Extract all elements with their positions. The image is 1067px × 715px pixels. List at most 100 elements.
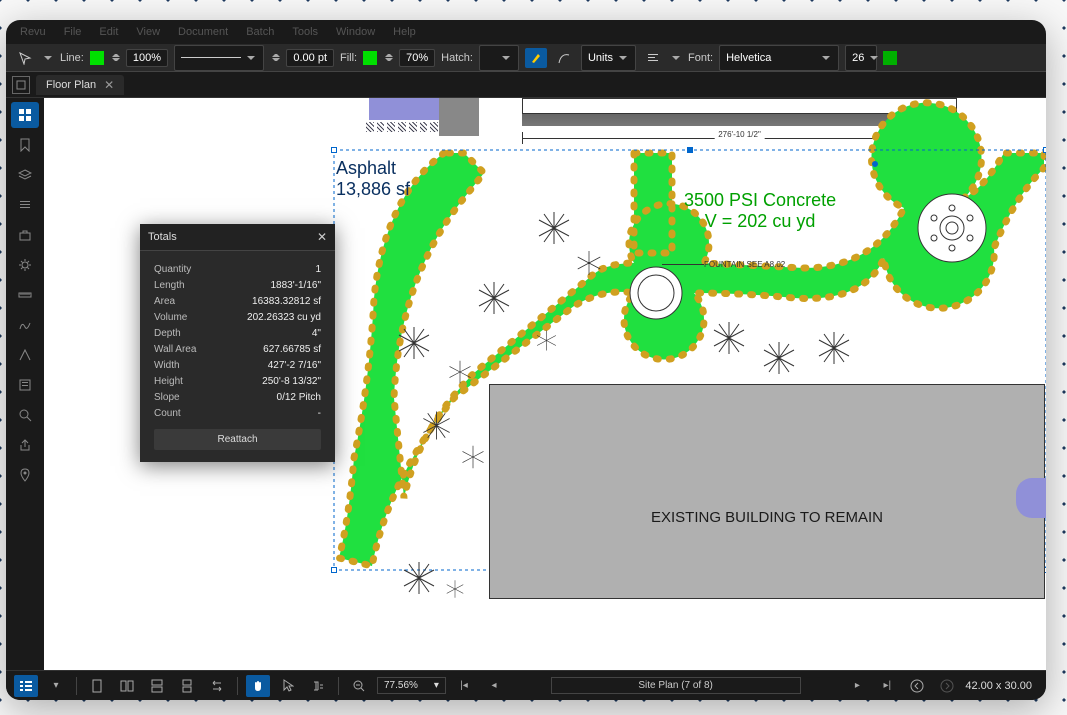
fill-color-swatch[interactable]	[363, 51, 377, 65]
align-icon[interactable]	[642, 48, 664, 68]
selection-rotate-handle[interactable]	[872, 161, 878, 167]
selection-handle-n[interactable]	[687, 147, 693, 153]
prev-page-icon[interactable]: ◂	[482, 675, 506, 697]
totals-row-volume: Volume202.26323 cu yd	[154, 309, 321, 325]
menu-view[interactable]: View	[136, 26, 160, 38]
next-page-icon[interactable]: ▸	[845, 675, 869, 697]
markup-list-icon[interactable]	[14, 675, 38, 697]
selection-handle-ne[interactable]	[1043, 147, 1046, 153]
chevron-down-icon[interactable]: ▾	[44, 675, 68, 697]
totals-title: Totals	[148, 231, 177, 243]
export-icon[interactable]	[11, 432, 39, 458]
asphalt-annotation[interactable]: Asphalt 13,886 sf	[336, 158, 410, 200]
menu-edit[interactable]: Edit	[99, 26, 118, 38]
existing-building-label: EXISTING BUILDING TO REMAIN	[651, 509, 883, 526]
font-label: Font:	[688, 52, 713, 64]
text-select-icon[interactable]	[306, 675, 330, 697]
zoom-level[interactable]: 77.56%▾	[377, 677, 446, 694]
units-combo[interactable]: Units	[581, 45, 636, 71]
totals-row-height: Height250'-8 13/32"	[154, 373, 321, 389]
page-scroll-icon[interactable]	[175, 675, 199, 697]
line-color-swatch[interactable]	[90, 51, 104, 65]
tool-picker-dropdown[interactable]	[42, 48, 54, 68]
concrete-annotation[interactable]: 3500 PSI Concrete V = 202 cu yd	[684, 190, 836, 232]
tree-symbol	[474, 278, 514, 318]
single-page-icon[interactable]	[85, 675, 109, 697]
menu-document[interactable]: Document	[178, 26, 228, 38]
fill-opacity-spinner[interactable]	[385, 51, 393, 64]
pan-tool-icon[interactable]	[246, 675, 270, 697]
tree-symbol	[709, 318, 749, 358]
selection-handle-nw[interactable]	[331, 147, 337, 153]
line-color-label: Line:	[60, 52, 84, 64]
drawing-canvas[interactable]: 276'-10 1/2"	[44, 98, 1046, 670]
menu-help[interactable]: Help	[393, 26, 416, 38]
lineweight-value[interactable]: 0.00 pt	[286, 49, 334, 67]
layers-icon[interactable]	[11, 162, 39, 188]
totals-row-wallarea: Wall Area627.66785 sf	[154, 341, 321, 357]
location-icon[interactable]	[11, 462, 39, 488]
lineweight-spinner[interactable]	[272, 51, 280, 64]
selection-handle-sw[interactable]	[331, 567, 337, 573]
tree-symbol	[446, 358, 474, 386]
prev-view-icon[interactable]	[905, 675, 929, 697]
tree-symbol	[534, 208, 574, 248]
thumbnails-icon[interactable]	[11, 102, 39, 128]
text-color-swatch[interactable]	[883, 51, 897, 65]
split-horizontal-icon[interactable]	[145, 675, 169, 697]
reattach-button[interactable]: Reattach	[154, 429, 321, 450]
align-dropdown[interactable]	[670, 48, 682, 68]
toolbox-icon[interactable]	[11, 222, 39, 248]
formatting-toolbar: Line: 100% 0.00 pt Fill: 70% Hatch: Unit…	[6, 44, 1046, 72]
close-icon[interactable]: ✕	[317, 230, 327, 244]
menu-revu[interactable]: Revu	[20, 26, 46, 38]
close-tab-icon[interactable]: ✕	[104, 78, 114, 92]
menubar: Revu File Edit View Document Batch Tools…	[6, 20, 1046, 44]
shape-icon[interactable]	[11, 342, 39, 368]
document-tab[interactable]: Floor Plan ✕	[36, 75, 124, 95]
first-page-icon[interactable]: |◂	[452, 675, 476, 697]
ruler-icon[interactable]	[11, 282, 39, 308]
last-page-icon[interactable]: ▸|	[875, 675, 899, 697]
hatch-label: Hatch:	[441, 52, 473, 64]
font-size-combo[interactable]: 26	[845, 45, 877, 71]
next-view-icon[interactable]	[935, 675, 959, 697]
signature-icon[interactable]	[11, 312, 39, 338]
font-combo[interactable]: Helvetica	[719, 45, 839, 71]
totals-row-depth: Depth4"	[154, 325, 321, 341]
zoom-percent[interactable]: 100%	[126, 49, 168, 67]
gear-icon[interactable]	[11, 252, 39, 278]
totals-row-area: Area16383.32812 sf	[154, 293, 321, 309]
menu-file[interactable]: File	[64, 26, 82, 38]
tree-symbol	[394, 323, 434, 363]
properties-icon[interactable]	[11, 192, 39, 218]
highlighter-icon[interactable]	[525, 48, 547, 68]
bookmarks-icon[interactable]	[11, 132, 39, 158]
tree-symbol	[534, 328, 559, 353]
zoom-out-icon[interactable]	[347, 675, 371, 697]
hatch-combo[interactable]	[479, 45, 519, 71]
totals-panel[interactable]: Totals ✕ Quantity1 Length1883'-1/16" Are…	[140, 224, 335, 462]
page-indicator[interactable]: Site Plan (7 of 8)	[551, 677, 801, 694]
left-panel-rail	[6, 98, 44, 670]
tree-symbol	[759, 338, 799, 378]
totals-row-width: Width427'-2 7/16"	[154, 357, 321, 373]
app-window: Revu File Edit View Document Batch Tools…	[6, 20, 1046, 700]
sync-view-icon[interactable]	[205, 675, 229, 697]
search-icon[interactable]	[11, 402, 39, 428]
forms-icon[interactable]	[11, 372, 39, 398]
tree-symbol	[574, 248, 604, 278]
menu-tools[interactable]: Tools	[292, 26, 318, 38]
select-tool-icon[interactable]	[276, 675, 300, 697]
pin-tab-icon[interactable]	[12, 76, 30, 94]
totals-body: Quantity1 Length1883'-1/16" Area16383.32…	[140, 251, 335, 462]
fill-opacity[interactable]: 70%	[399, 49, 435, 67]
linestyle-combo[interactable]	[174, 45, 264, 71]
split-vertical-icon[interactable]	[115, 675, 139, 697]
menu-batch[interactable]: Batch	[246, 26, 274, 38]
curve-tool-icon[interactable]	[553, 48, 575, 68]
menu-window[interactable]: Window	[336, 26, 375, 38]
linewidth-spinner[interactable]	[112, 51, 120, 64]
tool-picker-icon[interactable]	[14, 48, 36, 68]
existing-building: EXISTING BUILDING TO REMAIN	[489, 384, 1045, 599]
